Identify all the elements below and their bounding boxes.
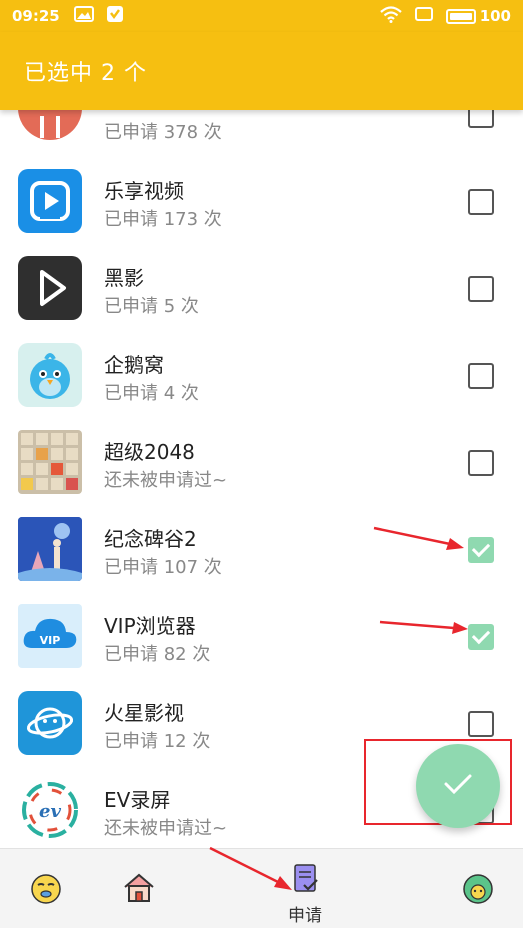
nav-item-emoji[interactable]	[30, 873, 62, 911]
profile-face-icon	[462, 873, 494, 909]
puzzle-grid-icon	[18, 430, 82, 494]
status-time: 09:25	[12, 7, 60, 25]
partial-red-app-icon	[18, 110, 82, 146]
app-request-count: 已申请 173 次	[104, 209, 222, 230]
checkmark-icon	[443, 773, 473, 799]
screen-rotation-icon	[414, 6, 434, 26]
planet-icon	[18, 691, 82, 755]
svg-text:ev: ev	[39, 801, 61, 822]
emoji-face-icon	[30, 873, 62, 909]
ev-logo-icon: ev	[18, 778, 82, 842]
play-triangle-icon	[18, 256, 82, 320]
annotation-arrow	[209, 846, 292, 890]
shield-notification-icon	[106, 5, 124, 27]
app-request-count: 已申请 12 次	[104, 731, 211, 752]
app-name: VIP浏览器	[104, 614, 196, 638]
battery-icon	[445, 8, 476, 24]
list-item[interactable]: 已申请 378 次	[0, 110, 523, 157]
app-request-count: 还未被申请过~	[104, 470, 228, 491]
select-checkbox[interactable]	[468, 450, 494, 476]
blue-bird-icon	[18, 343, 82, 407]
list-item[interactable]: 企鹅窝 已申请 4 次	[0, 331, 523, 418]
wifi-icon	[379, 5, 402, 27]
monument-valley-icon	[18, 517, 82, 581]
select-checkbox[interactable]	[468, 276, 494, 302]
select-checkbox[interactable]	[468, 110, 494, 128]
list-item[interactable]: 乐享视频 已申请 173 次	[0, 157, 523, 244]
nav-label: 申请	[288, 906, 322, 926]
app-name: 纪念碑谷2	[104, 527, 197, 551]
select-checkbox-checked[interactable]	[468, 537, 494, 563]
annotation-arrow	[373, 526, 464, 550]
app-name: 火星影视	[104, 701, 184, 725]
confirm-fab-button[interactable]	[416, 744, 500, 828]
svg-text:VIP: VIP	[40, 634, 61, 647]
status-bar: 09:25 100	[0, 0, 523, 32]
app-name: 乐享视频	[104, 179, 184, 203]
app-list[interactable]: 已申请 378 次 乐享视频 已申请 173 次 黑影 已申请 5 次 企鹅窝 …	[0, 110, 523, 848]
app-name: 企鹅窝	[104, 353, 164, 377]
selection-header: 已选中 2 个	[0, 32, 523, 110]
app-request-count: 已申请 378 次	[104, 122, 222, 143]
app-request-count: 已申请 5 次	[104, 296, 199, 317]
app-name: EV录屏	[104, 788, 171, 812]
annotation-arrow	[379, 620, 468, 634]
app-request-count: 已申请 82 次	[104, 644, 211, 665]
select-checkbox[interactable]	[468, 189, 494, 215]
select-checkbox[interactable]	[468, 363, 494, 389]
nav-item-profile[interactable]	[462, 873, 494, 911]
app-request-count: 已申请 107 次	[104, 557, 222, 578]
play-video-icon	[18, 169, 82, 233]
app-request-count: 还未被申请过~	[104, 818, 228, 839]
nav-item-home[interactable]	[122, 871, 156, 911]
list-item[interactable]: 超级2048 还未被申请过~	[0, 418, 523, 505]
battery-level: 100	[479, 7, 511, 25]
page-title: 已选中 2 个	[24, 61, 147, 86]
battery-indicator: 100	[445, 7, 511, 25]
app-name: 超级2048	[104, 440, 195, 464]
select-checkbox[interactable]	[468, 711, 494, 737]
vip-cloud-icon: VIP	[18, 604, 82, 668]
app-name: 黑影	[104, 266, 144, 290]
home-icon	[122, 871, 156, 909]
image-notification-icon	[73, 6, 94, 26]
list-item[interactable]: 黑影 已申请 5 次	[0, 244, 523, 331]
app-request-count: 已申请 4 次	[104, 383, 199, 404]
